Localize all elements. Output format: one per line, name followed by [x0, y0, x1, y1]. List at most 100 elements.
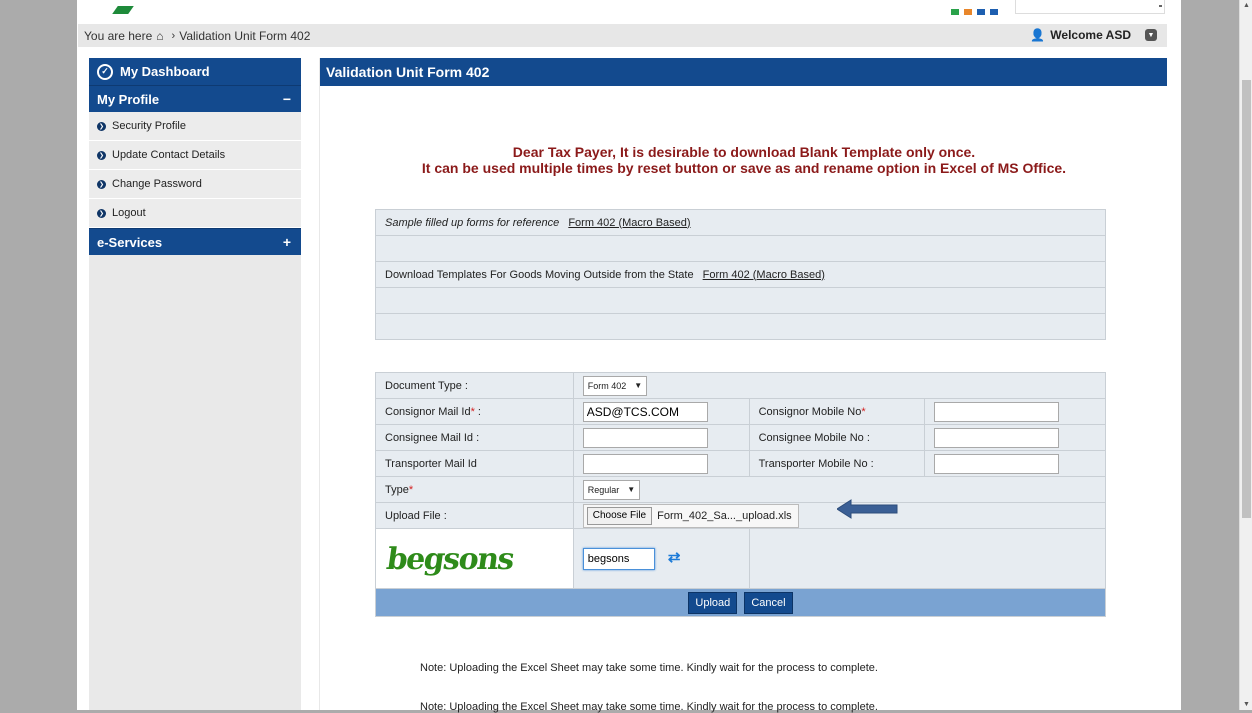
main-panel: Validation Unit Form 402 Dear Tax Payer,…	[319, 58, 1167, 713]
theme-orange-swatch[interactable]	[964, 9, 972, 15]
top-bar	[77, 0, 1181, 24]
sidebar-item-label: Change Password	[112, 178, 202, 190]
table-row: begsons ⇄	[375, 528, 1107, 589]
arrow-right-icon: ❯	[97, 121, 106, 131]
required-marker: *	[408, 483, 414, 496]
theme-green-swatch[interactable]	[951, 9, 959, 15]
user-menu[interactable]: 👤 Welcome ASD ▼	[1030, 28, 1157, 42]
table-row: Type* Regular ▼	[375, 476, 1107, 503]
scroll-up-icon[interactable]: ▲	[1243, 2, 1250, 9]
sidebar-item-label: Update Contact Details	[112, 149, 226, 161]
choose-file-button[interactable]: Choose File	[586, 506, 653, 525]
sample-form-402-link[interactable]: Form 402 (Macro Based)	[568, 217, 690, 229]
table-cell	[375, 235, 1106, 262]
cancel-button[interactable]: Cancel	[744, 591, 793, 614]
consignor-mobile-field[interactable]	[934, 401, 1060, 422]
notice-line-2: It can be used multiple times by reset b…	[421, 160, 1067, 176]
scroll-down-icon[interactable]: ▼	[1243, 701, 1250, 708]
arrow-right-icon: ❯	[97, 150, 106, 160]
sidebar-item-logout[interactable]: ❯ Logout	[89, 199, 301, 228]
field-label: Consignor Mobile No	[758, 405, 862, 418]
breadcrumb-prefix: You are here	[84, 28, 153, 43]
chevron-down-icon[interactable]: ▼	[1145, 29, 1157, 41]
upload-note: Note: Uploading the Excel Sheet may take…	[420, 662, 878, 674]
file-name: Form_402_Sa..._upload.xls	[657, 509, 792, 522]
table-cell: ⇄	[572, 528, 750, 589]
upload-note: Note: Uploading the Excel Sheet may take…	[420, 701, 878, 713]
table-row: Consignor Mail Id* : Consignor Mobile No…	[375, 398, 1106, 425]
transporter-mail-label: Transporter Mail Id	[375, 450, 574, 477]
templates-label: Download Templates For Goods Moving Outs…	[385, 268, 694, 281]
required-marker: *	[861, 405, 866, 418]
consignee-mail-field[interactable]	[582, 427, 708, 448]
sidebar: ✓ My Dashboard My Profile − ❯ Security P…	[89, 58, 301, 710]
color-theme-switcher[interactable]	[951, 9, 998, 15]
document-type-select[interactable]: Form 402 ▼	[582, 375, 648, 396]
table-cell	[924, 450, 1106, 477]
consignor-mobile-label: Consignor Mobile No*	[748, 398, 926, 425]
sidebar-dashboard-label: My Dashboard	[120, 64, 210, 79]
sidebar-item-change-password[interactable]: ❯ Change Password	[89, 170, 301, 199]
consignee-mobile-field[interactable]	[934, 427, 1060, 448]
captcha-input[interactable]	[582, 547, 655, 570]
sidebar-section-my-profile[interactable]: My Profile −	[89, 85, 301, 112]
file-input[interactable]: Choose File Form_402_Sa..._upload.xls	[582, 503, 799, 528]
captcha-cell: begsons	[375, 528, 574, 589]
page: You are here ⌂ › Validation Unit Form 40…	[77, 0, 1181, 713]
sidebar-section-label: My Profile	[97, 91, 160, 107]
transporter-mail-field[interactable]	[582, 453, 708, 474]
table-cell	[572, 398, 750, 425]
table-cell	[375, 313, 1106, 340]
upload-button[interactable]: Upload	[688, 591, 738, 614]
sidebar-item-label: Logout	[112, 207, 146, 219]
select-value: Regular	[587, 484, 620, 495]
document-type-label: Document Type :	[375, 372, 574, 399]
field-label: Consignor Mail Id	[385, 405, 471, 418]
table-row: Consignee Mail Id : Consignee Mobile No …	[375, 424, 1106, 451]
sidebar-section-label: e-Services	[97, 234, 163, 250]
sidebar-item-label: Security Profile	[112, 120, 186, 132]
sidebar-item-security-profile[interactable]: ❯ Security Profile	[89, 112, 301, 141]
field-label: Type	[385, 483, 409, 496]
template-form-402-link[interactable]: Form 402 (Macro Based)	[703, 269, 825, 281]
user-icon: 👤	[1030, 28, 1046, 42]
page-title: Validation Unit Form 402	[320, 58, 1167, 86]
chevron-right-icon: ›	[171, 29, 176, 42]
top-search-input[interactable]	[1015, 0, 1165, 14]
scrollbar[interactable]: ▲ ▼	[1239, 0, 1252, 710]
table-cell	[572, 424, 750, 451]
transporter-mobile-label: Transporter Mobile No :	[748, 450, 926, 477]
consignee-mail-label: Consignee Mail Id :	[375, 424, 574, 451]
table-row: Sample filled up forms for reference For…	[375, 209, 1106, 236]
table-cell	[924, 424, 1106, 451]
home-icon[interactable]: ⌂	[156, 29, 163, 43]
table-cell	[375, 287, 1106, 314]
type-select[interactable]: Regular ▼	[582, 479, 641, 500]
table-row: Upload Cancel	[375, 588, 1106, 617]
sidebar-section-e-services[interactable]: e-Services +	[89, 228, 301, 255]
refresh-icon[interactable]: ⇄	[668, 549, 681, 566]
table-row: Upload File : Choose File Form_402_Sa...…	[375, 502, 1107, 529]
table-cell	[924, 398, 1106, 425]
expand-icon[interactable]: +	[283, 234, 291, 250]
table-row	[375, 287, 1106, 314]
table-row	[375, 313, 1106, 340]
table-cell: Sample filled up forms for reference For…	[375, 209, 1106, 236]
sidebar-dashboard[interactable]: ✓ My Dashboard	[89, 58, 301, 85]
collapse-icon[interactable]: −	[283, 91, 291, 107]
theme-blue-swatch[interactable]	[977, 9, 985, 15]
table-cell	[572, 450, 750, 477]
type-label: Type*	[375, 476, 574, 503]
theme-navy-swatch[interactable]	[990, 9, 998, 15]
welcome-text: Welcome ASD	[1050, 28, 1131, 42]
chevron-down-icon: ▼	[634, 381, 643, 390]
breadcrumb: You are here ⌂ › Validation Unit Form 40…	[78, 24, 1167, 47]
table-cell: Form 402 ▼	[572, 372, 1107, 399]
sidebar-item-update-contact[interactable]: ❯ Update Contact Details	[89, 141, 301, 170]
consignor-mail-field[interactable]	[582, 401, 708, 422]
transporter-mobile-field[interactable]	[934, 453, 1060, 474]
consignee-mobile-label: Consignee Mobile No :	[748, 424, 926, 451]
table-row: Transporter Mail Id Transporter Mobile N…	[375, 450, 1106, 477]
dashboard-icon: ✓	[97, 63, 113, 80]
scrollbar-thumb[interactable]	[1242, 80, 1251, 518]
